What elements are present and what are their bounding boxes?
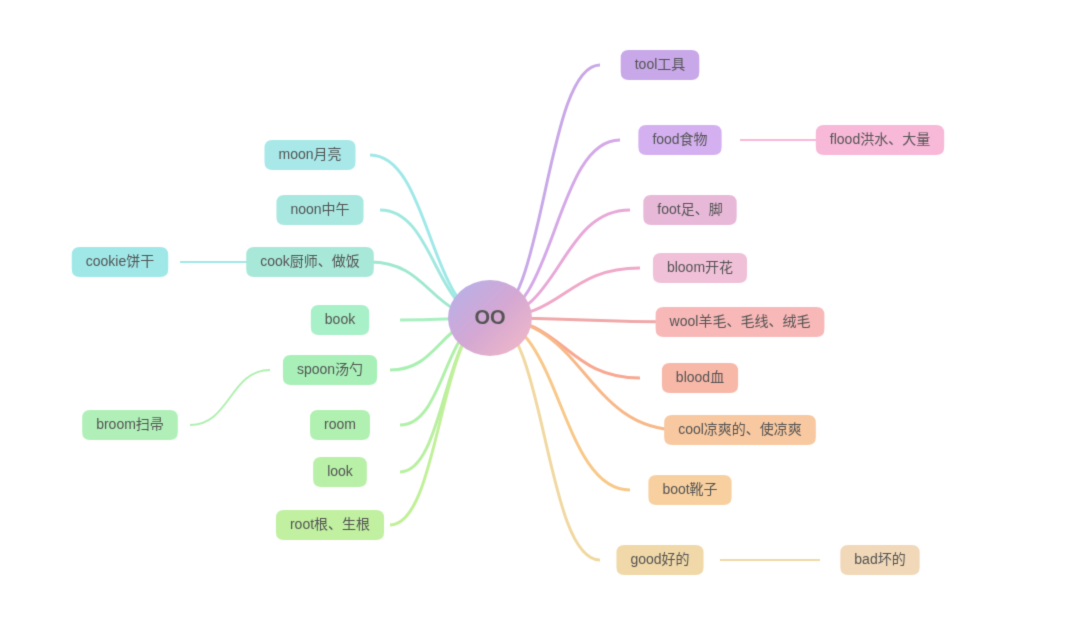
mindmap-center — [490, 318, 491, 319]
